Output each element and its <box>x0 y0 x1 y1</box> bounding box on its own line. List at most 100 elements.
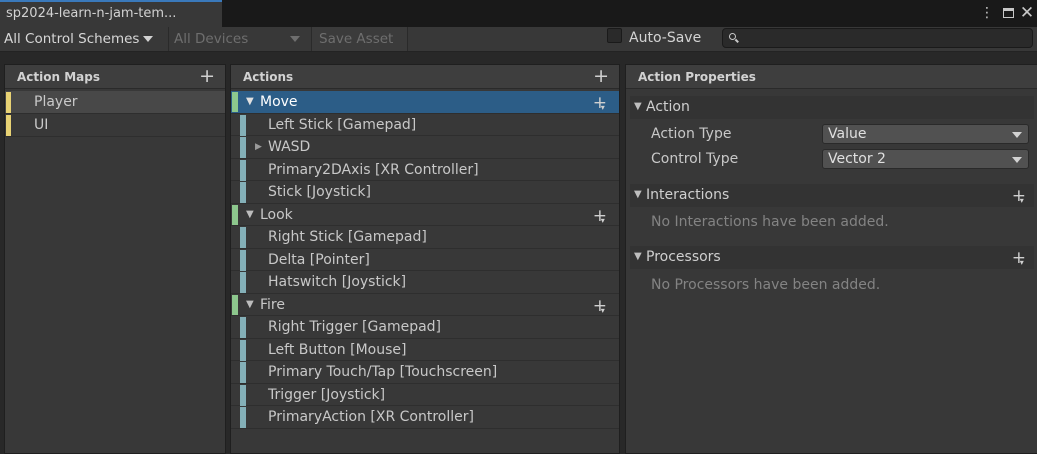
binding-item[interactable]: Trigger [Joystick] <box>231 384 619 406</box>
action-stripe <box>232 294 238 315</box>
devices-label: All Devices <box>174 31 249 47</box>
auto-save-checkbox[interactable] <box>607 28 622 43</box>
expand-triangle-down-icon[interactable]: ▼ <box>246 204 254 226</box>
binding-item[interactable]: Left Button [Mouse] <box>231 339 619 361</box>
processors-empty-message: No Processors have been added. <box>651 277 881 293</box>
expand-triangle-down-icon[interactable]: ▼ <box>246 294 254 316</box>
processors-section-title: Processors <box>646 249 721 265</box>
action-type-value: Value <box>828 126 867 142</box>
action-map-stripe <box>6 92 11 113</box>
save-asset-button[interactable]: Save Asset <box>311 27 408 51</box>
binding-label: Primary2DAxis [XR Controller] <box>268 161 479 178</box>
action-stripe <box>232 204 238 225</box>
binding-item[interactable]: PrimaryAction [XR Controller] <box>231 406 619 429</box>
binding-label: Delta [Pointer] <box>268 251 370 268</box>
search-input[interactable] <box>741 29 1029 47</box>
add-processor-icon[interactable]: + <box>1012 250 1026 272</box>
close-icon[interactable]: ✕ <box>1019 4 1035 22</box>
action-map-item-ui[interactable]: UI <box>5 114 225 137</box>
expand-triangle-down-icon[interactable]: ▼ <box>634 184 642 206</box>
search-icon <box>729 33 736 40</box>
action-label: Move <box>260 94 298 110</box>
action-item-look[interactable]: ▼ Look + <box>231 204 619 229</box>
control-type-label: Control Type <box>651 151 739 167</box>
binding-item[interactable]: Left Stick [Gamepad] <box>231 114 619 136</box>
editor-tab[interactable]: sp2024-learn-n-jam-tem... <box>0 0 222 27</box>
actions-title: Actions <box>243 70 294 84</box>
binding-label: Right Trigger [Gamepad] <box>268 319 442 335</box>
binding-stripe <box>240 339 246 361</box>
binding-stripe <box>240 317 246 338</box>
chevron-down-icon <box>1012 157 1022 163</box>
maximize-icon[interactable] <box>1000 4 1016 22</box>
action-label: Look <box>260 206 293 223</box>
binding-stripe <box>240 272 246 293</box>
auto-save-label: Auto-Save <box>629 30 702 46</box>
add-binding-icon[interactable]: + <box>593 297 607 319</box>
processors-section-header[interactable]: ▼ Processors + <box>630 246 1034 272</box>
action-type-dropdown[interactable]: Value <box>822 124 1029 144</box>
action-maps-panel: Action Maps + Player UI <box>4 64 226 454</box>
binding-item[interactable]: Delta [Pointer] <box>231 249 619 271</box>
binding-stripe <box>240 249 246 271</box>
editor-tab-title: sp2024-learn-n-jam-tem... <box>6 6 177 21</box>
binding-label: Left Stick [Gamepad] <box>268 116 417 133</box>
action-map-label: UI <box>34 117 49 133</box>
binding-stripe <box>240 362 246 383</box>
action-section-title: Action <box>646 99 690 115</box>
binding-item[interactable]: Primary Touch/Tap [Touchscreen] <box>231 361 619 384</box>
expand-triangle-down-icon[interactable]: ▼ <box>634 96 642 118</box>
action-section-header[interactable]: ▼ Action <box>630 96 1034 119</box>
actions-header: Actions + <box>231 65 619 89</box>
binding-stripe <box>240 159 246 181</box>
binding-stripe <box>240 114 246 136</box>
chevron-down-icon <box>143 36 154 42</box>
binding-item[interactable]: Right Trigger [Gamepad] <box>231 316 619 339</box>
binding-label: Left Button [Mouse] <box>268 341 407 358</box>
action-properties-header: Action Properties <box>626 65 1037 89</box>
interactions-section-header[interactable]: ▼ Interactions + <box>630 184 1034 210</box>
chevron-down-icon <box>290 36 300 42</box>
action-item-move[interactable]: ▼ Move + <box>231 91 619 117</box>
chevron-down-icon <box>1012 132 1022 138</box>
action-type-label: Action Type <box>651 126 732 142</box>
binding-stripe <box>240 137 246 158</box>
expand-triangle-down-icon[interactable]: ▼ <box>246 91 254 113</box>
add-binding-icon[interactable]: + <box>593 207 607 229</box>
action-map-item-player[interactable]: Player <box>5 91 225 114</box>
binding-label: Right Stick [Gamepad] <box>268 229 427 245</box>
action-maps-header: Action Maps + <box>5 65 225 89</box>
binding-label: Trigger [Joystick] <box>268 386 386 403</box>
add-action-icon[interactable]: + <box>593 67 609 86</box>
action-label: Fire <box>260 296 285 313</box>
kebab-menu-icon[interactable]: ⋮ <box>979 4 995 22</box>
binding-stripe <box>240 227 246 248</box>
binding-item[interactable]: Primary2DAxis [XR Controller] <box>231 159 619 181</box>
add-action-map-icon[interactable]: + <box>199 67 215 86</box>
devices-dropdown[interactable]: All Devices <box>168 27 306 51</box>
expand-triangle-right-icon[interactable]: ▶ <box>255 136 262 158</box>
actions-panel: Actions + ▼ Move + Left Stick [Gamepad] … <box>230 64 620 454</box>
action-map-stripe <box>6 115 11 136</box>
binding-item[interactable]: Right Stick [Gamepad] <box>231 226 619 249</box>
control-schemes-dropdown[interactable]: All Control Schemes <box>4 27 168 51</box>
action-map-label: Player <box>34 94 78 110</box>
action-maps-title: Action Maps <box>17 70 100 84</box>
control-type-dropdown[interactable]: Vector 2 <box>822 149 1029 169</box>
expand-triangle-down-icon[interactable]: ▼ <box>634 246 642 268</box>
binding-item[interactable]: Stick [Joystick] <box>231 181 619 204</box>
action-properties-panel: Action Properties ▼ Action Action Type V… <box>625 64 1037 454</box>
composite-binding-item[interactable]: ▶ WASD <box>231 136 619 159</box>
binding-stripe <box>240 182 246 203</box>
interactions-section-title: Interactions <box>646 187 730 203</box>
binding-label: Stick [Joystick] <box>268 184 371 200</box>
binding-stripe <box>240 407 246 428</box>
add-binding-icon[interactable]: + <box>593 95 607 117</box>
binding-item[interactable]: Hatswitch [Joystick] <box>231 271 619 294</box>
action-item-fire[interactable]: ▼ Fire + <box>231 294 619 319</box>
action-stripe <box>232 92 238 112</box>
search-field[interactable] <box>722 28 1033 48</box>
action-properties-title: Action Properties <box>638 70 756 84</box>
add-interaction-icon[interactable]: + <box>1012 188 1026 210</box>
binding-label: Hatswitch [Joystick] <box>268 274 407 290</box>
